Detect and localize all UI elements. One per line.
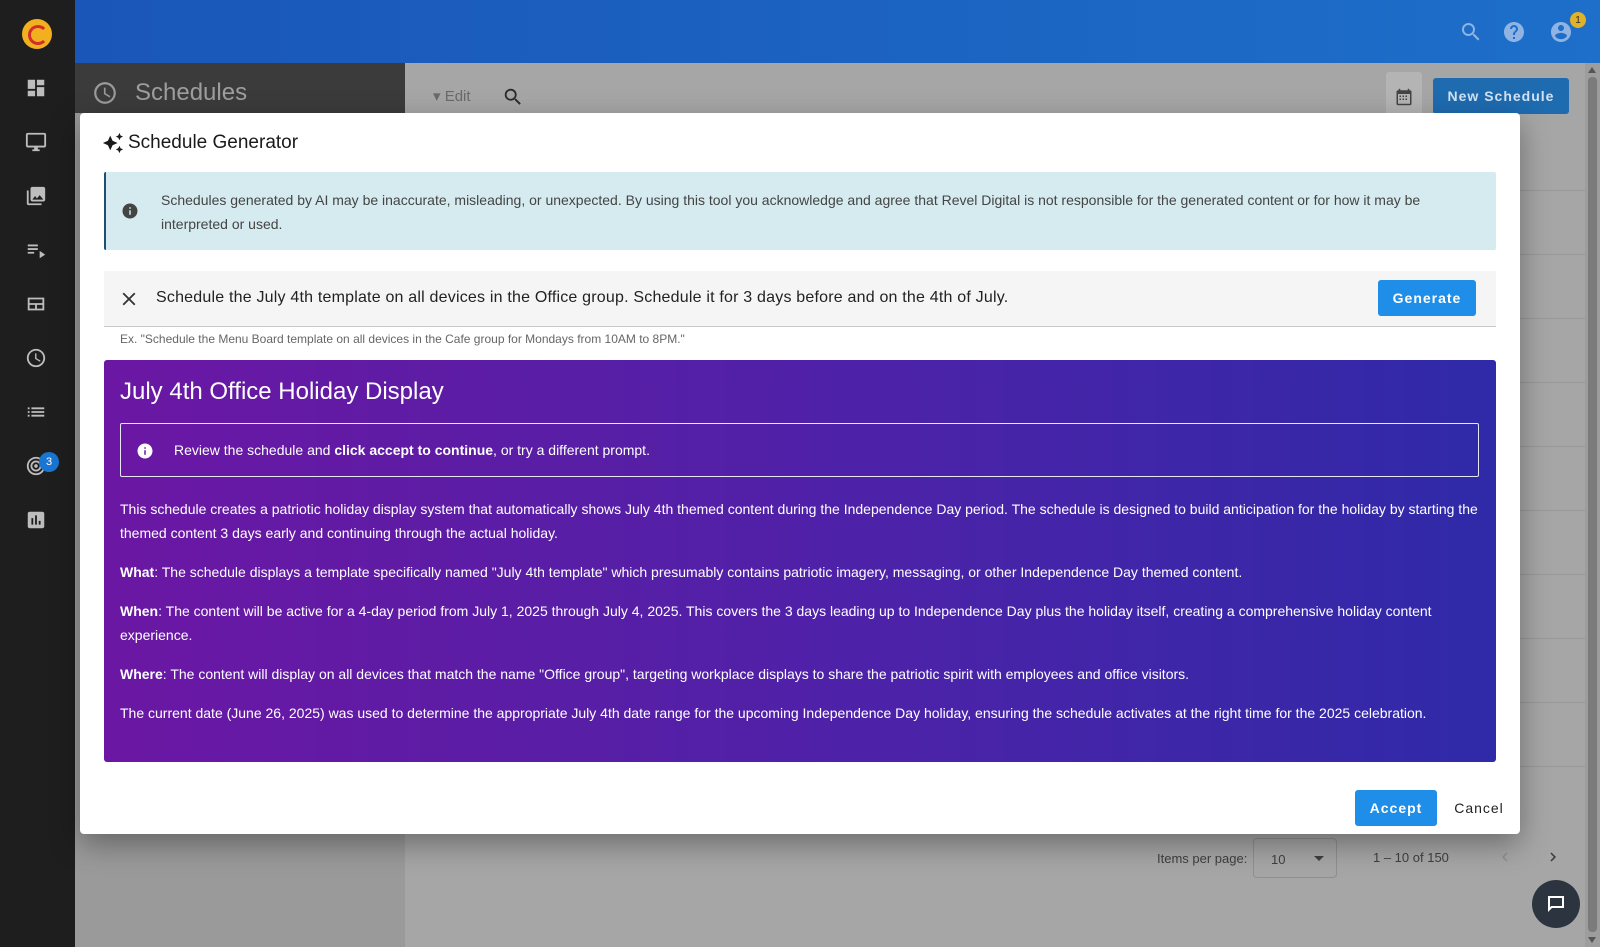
scrollbar[interactable]: [1585, 63, 1600, 947]
row-divider: [1520, 190, 1585, 191]
playlists-icon[interactable]: [24, 238, 48, 262]
clock-icon: [92, 80, 118, 106]
when-text: : The content will be active for a 4-day…: [120, 603, 1432, 643]
devices-icon[interactable]: [24, 130, 48, 154]
nav-rail: 3: [0, 0, 75, 947]
review-prefix: Review the schedule and: [174, 442, 335, 458]
row-divider: [1520, 510, 1585, 511]
scroll-down-icon[interactable]: [1588, 937, 1596, 943]
review-text: Review the schedule and click accept to …: [174, 442, 650, 458]
previous-page-icon[interactable]: [1496, 848, 1514, 866]
chat-button[interactable]: [1532, 880, 1580, 928]
schedule-where: Where: The content will display on all d…: [120, 663, 1480, 687]
prompt-input-bar: Schedule the July 4th template on all de…: [104, 271, 1496, 327]
row-divider: [1520, 638, 1585, 639]
sparkle-icon: [102, 132, 124, 154]
templates-icon[interactable]: [24, 292, 48, 316]
account-badge: 1: [1570, 12, 1586, 28]
disclaimer-text: Schedules generated by AI may be inaccur…: [161, 192, 1421, 232]
prompt-hint: Ex. "Schedule the Menu Board template on…: [120, 332, 685, 346]
schedules-icon[interactable]: [24, 346, 48, 370]
page-title: Schedules: [135, 79, 248, 106]
cancel-button[interactable]: Cancel: [1442, 790, 1516, 826]
account-icon[interactable]: [1549, 20, 1573, 44]
review-suffix: , or try a different prompt.: [493, 442, 650, 458]
generated-schedule-card: July 4th Office Holiday Display Review t…: [104, 360, 1496, 762]
items-per-page-select[interactable]: 10: [1253, 838, 1337, 878]
generate-button[interactable]: Generate: [1378, 280, 1476, 316]
row-divider: [1520, 318, 1585, 319]
dashboard-icon[interactable]: [24, 76, 48, 100]
info-icon: [121, 202, 139, 220]
where-text: : The content will display on all device…: [162, 666, 1190, 682]
new-schedule-button[interactable]: New Schedule: [1433, 78, 1569, 114]
close-icon[interactable]: [118, 288, 140, 310]
review-notice: Review the schedule and click accept to …: [120, 423, 1479, 477]
schedule-summary: This schedule creates a patriotic holida…: [120, 501, 1478, 541]
page-header: Schedules: [75, 63, 405, 113]
prompt-input[interactable]: Schedule the July 4th template on all de…: [156, 289, 1008, 307]
dialog-title-text: Schedule Generator: [128, 132, 299, 153]
revel-logo[interactable]: [22, 19, 52, 49]
items-per-page-value: 10: [1271, 852, 1286, 867]
row-divider: [1520, 446, 1585, 447]
schedule-generator-dialog: Schedule Generator Schedules generated b…: [80, 113, 1520, 834]
media-library-icon[interactable]: [24, 184, 48, 208]
where-label: Where: [120, 666, 163, 682]
top-app-bar: [75, 0, 1600, 63]
what-text: : The schedule displays a template speci…: [154, 564, 1243, 580]
schedule-title: July 4th Office Holiday Display: [120, 378, 444, 405]
row-divider: [1520, 382, 1585, 383]
edit-label: Edit: [444, 88, 471, 105]
dialog-title: Schedule Generator: [102, 132, 298, 154]
search-icon[interactable]: [1459, 20, 1483, 44]
accept-button[interactable]: Accept: [1355, 790, 1437, 826]
help-icon[interactable]: [1502, 20, 1526, 44]
pager-range: 1 – 10 of 150: [1373, 850, 1449, 865]
ai-disclaimer: Schedules generated by AI may be inaccur…: [104, 172, 1496, 250]
scrollbar-thumb[interactable]: [1588, 77, 1597, 932]
edit-menu[interactable]: ▾ Edit: [433, 87, 471, 105]
schedule-when: When: The content will be active for a 4…: [120, 600, 1480, 647]
what-label: What: [120, 564, 155, 580]
next-page-icon[interactable]: [1544, 848, 1562, 866]
row-divider: [1520, 766, 1585, 767]
analytics-icon[interactable]: [24, 508, 48, 532]
chat-icon: [1548, 896, 1564, 912]
notification-badge: 3: [39, 452, 59, 472]
items-per-page-label: Items per page:: [1157, 851, 1248, 866]
list-icon[interactable]: [24, 400, 48, 424]
search-icon[interactable]: [502, 86, 524, 108]
info-icon: [136, 442, 154, 460]
calendar-icon: [1396, 88, 1412, 106]
row-divider: [1520, 702, 1585, 703]
schedule-what: What: The schedule displays a template s…: [120, 561, 1480, 585]
review-bold: click accept to continue: [334, 442, 494, 458]
chevron-down-icon: [1314, 856, 1324, 861]
when-label: When: [120, 603, 159, 619]
row-divider: [1520, 254, 1585, 255]
row-divider: [1520, 574, 1585, 575]
schedule-date-note: The current date (June 26, 2025) was use…: [120, 705, 1427, 721]
scroll-up-icon[interactable]: [1588, 67, 1596, 73]
